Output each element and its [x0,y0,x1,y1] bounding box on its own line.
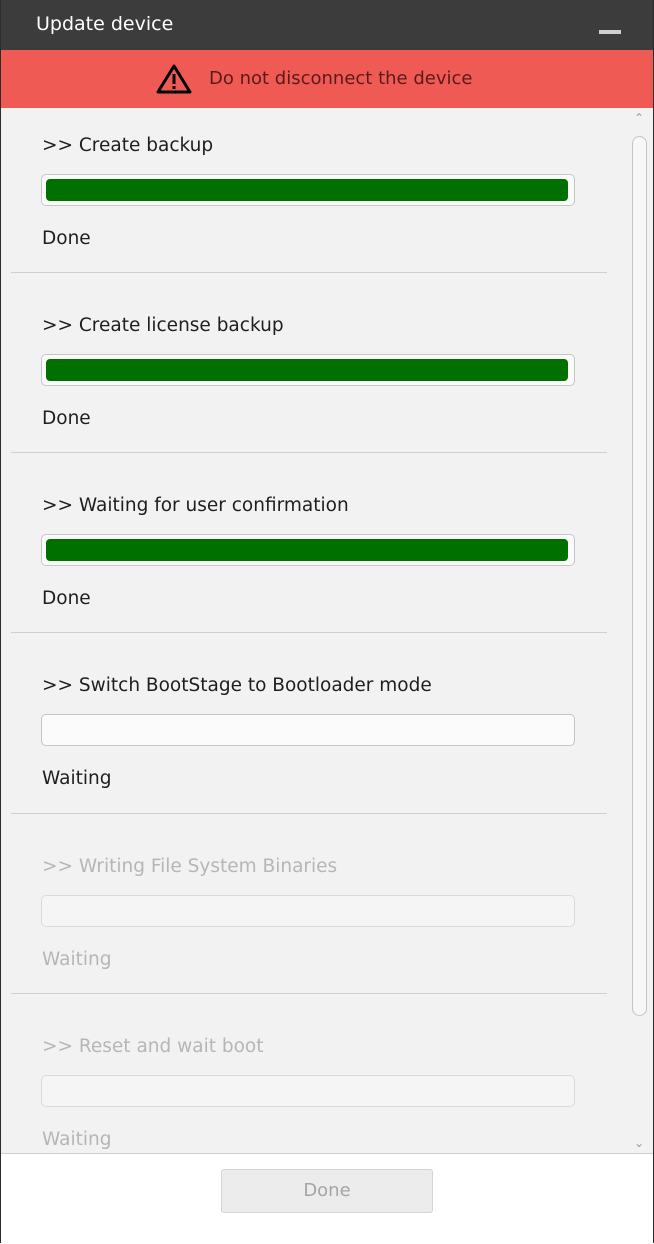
step-create-backup: >> Create backup Done [11,108,607,273]
scroll-down-arrow-icon[interactable]: ⌄ [625,1133,653,1153]
done-button[interactable]: Done [221,1169,433,1213]
warning-text: Do not disconnect the device [209,68,473,89]
warning-triangle-icon [156,64,192,94]
step-progress-bar [41,354,575,386]
progress-fill [46,359,568,381]
step-status: Done [42,228,91,249]
update-device-window: Update device Do not disconnect the devi… [0,0,654,1244]
title-bar: Update device [1,0,653,50]
step-title: >> Waiting for user confirmation [42,495,349,516]
dialog-footer: Done [1,1153,653,1244]
step-title: >> Create license backup [42,315,284,336]
scrollbar-thumb[interactable] [632,136,647,1016]
step-status: Waiting [42,768,112,789]
step-status: Waiting [42,1129,112,1150]
warning-banner: Do not disconnect the device [1,50,653,108]
step-waiting-user-confirmation: >> Waiting for user confirmation Done [11,452,607,633]
step-status: Done [42,588,91,609]
progress-fill [46,179,568,201]
step-progress-bar [41,534,575,566]
progress-fill [46,539,568,561]
window-title: Update device [36,13,174,35]
step-progress-bar [41,895,575,927]
step-progress-bar [41,174,575,206]
step-progress-bar [41,1075,575,1107]
step-progress-bar [41,714,575,746]
steps-list: >> Create backup Done >> Create license … [11,108,635,1153]
step-reset-and-wait-boot: >> Reset and wait boot Waiting [11,993,607,1153]
minimize-button[interactable] [599,30,621,34]
step-title: >> Switch BootStage to Bootloader mode [42,675,432,696]
step-title: >> Create backup [42,135,214,156]
step-writing-file-system-binaries: >> Writing File System Binaries Waiting [11,813,607,994]
scroll-up-arrow-icon[interactable]: ⌃ [625,108,653,128]
step-status: Done [42,408,91,429]
step-title: >> Reset and wait boot [42,1036,264,1057]
vertical-scrollbar[interactable]: ⌃ ⌄ [625,108,653,1153]
step-switch-bootstage: >> Switch BootStage to Bootloader mode W… [11,632,607,814]
step-title: >> Writing File System Binaries [42,856,338,877]
step-status: Waiting [42,949,112,970]
step-create-license-backup: >> Create license backup Done [11,272,607,453]
